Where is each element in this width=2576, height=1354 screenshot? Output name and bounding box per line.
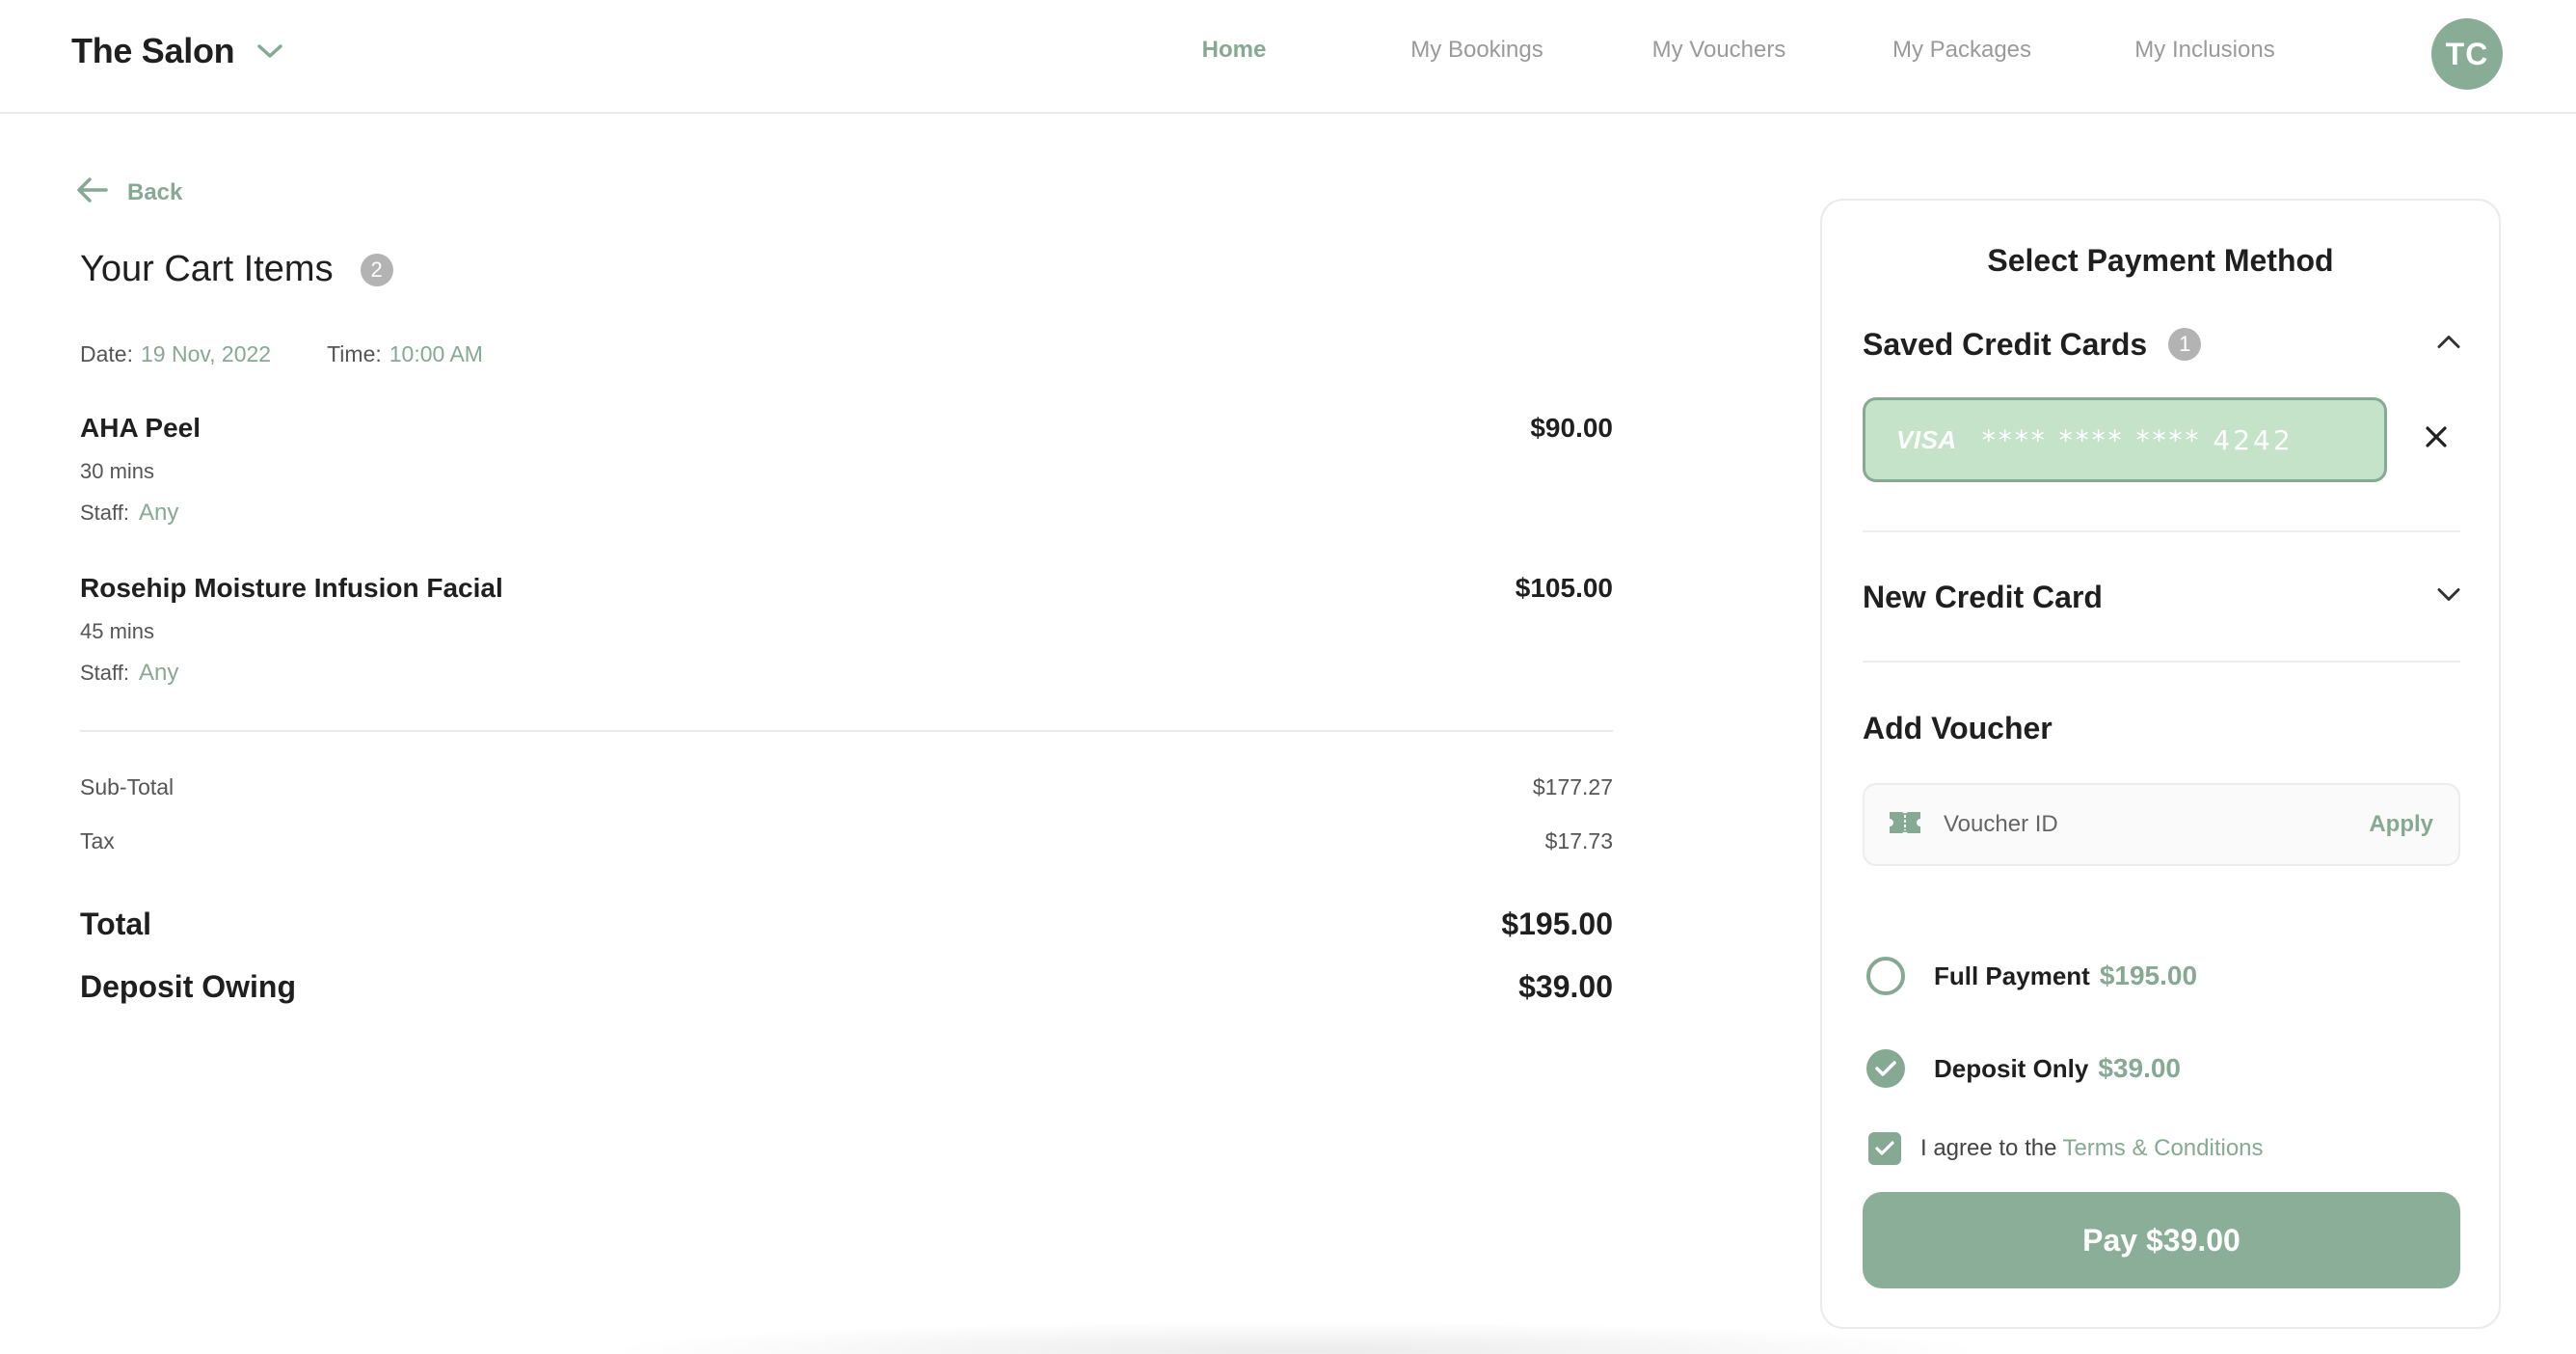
salon-name: The Salon xyxy=(71,31,235,70)
deposit-owing-row: Deposit Owing $39.00 xyxy=(80,969,1613,1005)
check-icon xyxy=(1875,1061,1896,1076)
service-duration: 45 mins xyxy=(80,619,155,643)
deposit-only-option[interactable]: Deposit Only $39.00 xyxy=(1866,1049,2181,1088)
service-staff: Staff: Any xyxy=(80,500,1613,527)
add-voucher-heading: Add Voucher xyxy=(1863,704,2460,752)
ticket-icon xyxy=(1888,808,1922,842)
back-button[interactable]: Back xyxy=(77,177,182,207)
saved-cards-count-badge: 1 xyxy=(2168,328,2202,361)
tax-row: Tax $17.73 xyxy=(80,828,1613,854)
nav-my-vouchers[interactable]: My Vouchers xyxy=(1652,37,1786,64)
terms-agreement: I agree to the Terms & Conditions xyxy=(1868,1132,2264,1165)
date-label: Date: xyxy=(80,341,133,366)
booking-time: Time: 10:00 AM xyxy=(327,341,483,367)
user-avatar[interactable]: TC xyxy=(2431,18,2503,90)
staff-label: Staff: xyxy=(80,661,129,685)
time-label: Time: xyxy=(327,341,382,366)
total-value: $195.00 xyxy=(1501,907,1613,941)
bottom-shadow xyxy=(598,1321,1996,1354)
full-payment-radio[interactable] xyxy=(1866,957,1905,995)
full-payment-label: Full Payment xyxy=(1934,961,2090,990)
total-row: Total $195.00 xyxy=(80,907,1613,942)
service-name: AHA Peel xyxy=(80,413,201,443)
deposit-owing-label: Deposit Owing xyxy=(80,969,296,1004)
pay-button[interactable]: Pay $39.00 xyxy=(1863,1192,2460,1288)
deposit-only-amount: $39.00 xyxy=(2098,1053,2181,1083)
divider xyxy=(1863,530,2460,532)
voucher-input[interactable] xyxy=(1944,811,2329,838)
cart-count-badge: 2 xyxy=(360,253,393,286)
visa-logo: VISA xyxy=(1896,424,1957,454)
staff-value: Any xyxy=(138,500,179,526)
close-icon[interactable] xyxy=(2424,424,2449,454)
cart-item: Rosehip Moisture Infusion Facial $105.00… xyxy=(80,573,1613,687)
tax-label: Tax xyxy=(80,828,115,853)
payment-panel: Select Payment Method Saved Credit Cards… xyxy=(1820,199,2501,1329)
check-icon xyxy=(1875,1141,1894,1155)
time-value: 10:00 AM xyxy=(389,341,483,366)
top-navbar: The Salon Home My Bookings My Vouchers M… xyxy=(0,0,2576,114)
terms-link[interactable]: Terms & Conditions xyxy=(2062,1135,2263,1162)
panel-title: Select Payment Method xyxy=(1987,243,2334,278)
divider xyxy=(80,730,1613,732)
chevron-down-icon xyxy=(2437,587,2460,608)
booking-datetime: Date: 19 Nov, 2022 Time: 10:00 AM xyxy=(80,341,483,367)
terms-checkbox[interactable] xyxy=(1868,1132,1901,1165)
apply-voucher-button[interactable]: Apply xyxy=(2369,811,2433,838)
deposit-owing-value: $39.00 xyxy=(1518,969,1613,1004)
add-voucher-label: Add Voucher xyxy=(1863,710,2053,745)
agree-text: I agree to the xyxy=(1920,1135,2057,1161)
new-card-toggle[interactable]: New Credit Card xyxy=(1863,573,2460,621)
chevron-down-icon xyxy=(257,43,283,59)
chevron-up-icon xyxy=(2437,335,2460,355)
full-payment-option[interactable]: Full Payment $195.00 xyxy=(1866,957,2197,995)
deposit-only-label: Deposit Only xyxy=(1934,1053,2089,1083)
tax-value: $17.73 xyxy=(1544,828,1613,853)
deposit-only-radio[interactable] xyxy=(1866,1049,1905,1088)
back-label: Back xyxy=(127,178,183,205)
new-card-label: New Credit Card xyxy=(1863,579,2103,614)
service-price: $90.00 xyxy=(1530,413,1613,443)
subtotal-row: Sub-Total $177.27 xyxy=(80,774,1613,800)
salon-selector[interactable]: The Salon xyxy=(71,31,283,71)
saved-cards-toggle[interactable]: Saved Credit Cards 1 xyxy=(1863,320,2460,368)
saved-cards-label: Saved Credit Cards xyxy=(1863,326,2148,362)
subtotal-value: $177.27 xyxy=(1532,774,1613,799)
subtotal-label: Sub-Total xyxy=(80,774,174,799)
total-label: Total xyxy=(80,907,152,941)
nav-my-packages[interactable]: My Packages xyxy=(1892,37,2031,64)
voucher-field: Apply xyxy=(1863,783,2460,866)
full-payment-amount: $195.00 xyxy=(2099,961,2198,990)
nav-my-inclusions[interactable]: My Inclusions xyxy=(2134,37,2274,64)
arrow-left-icon xyxy=(77,177,108,207)
nav-home[interactable]: Home xyxy=(1202,37,1267,64)
cart-header: Your Cart Items 2 xyxy=(80,249,393,290)
nav-my-bookings[interactable]: My Bookings xyxy=(1410,37,1543,64)
staff-label: Staff: xyxy=(80,501,129,525)
card-number: **** **** **** 4242 xyxy=(1981,423,2294,456)
date-value: 19 Nov, 2022 xyxy=(140,341,272,366)
page-title: Your Cart Items xyxy=(80,249,334,289)
service-staff: Staff: Any xyxy=(80,660,1613,687)
cart-item: AHA Peel $90.00 30 mins Staff: Any xyxy=(80,413,1613,527)
saved-card-visa[interactable]: VISA **** **** **** 4242 xyxy=(1863,397,2387,482)
staff-value: Any xyxy=(138,660,179,686)
divider xyxy=(1863,661,2460,663)
service-duration: 30 mins xyxy=(80,459,155,483)
booking-date: Date: 19 Nov, 2022 xyxy=(80,341,271,367)
service-name: Rosehip Moisture Infusion Facial xyxy=(80,573,503,603)
service-price: $105.00 xyxy=(1515,573,1613,603)
